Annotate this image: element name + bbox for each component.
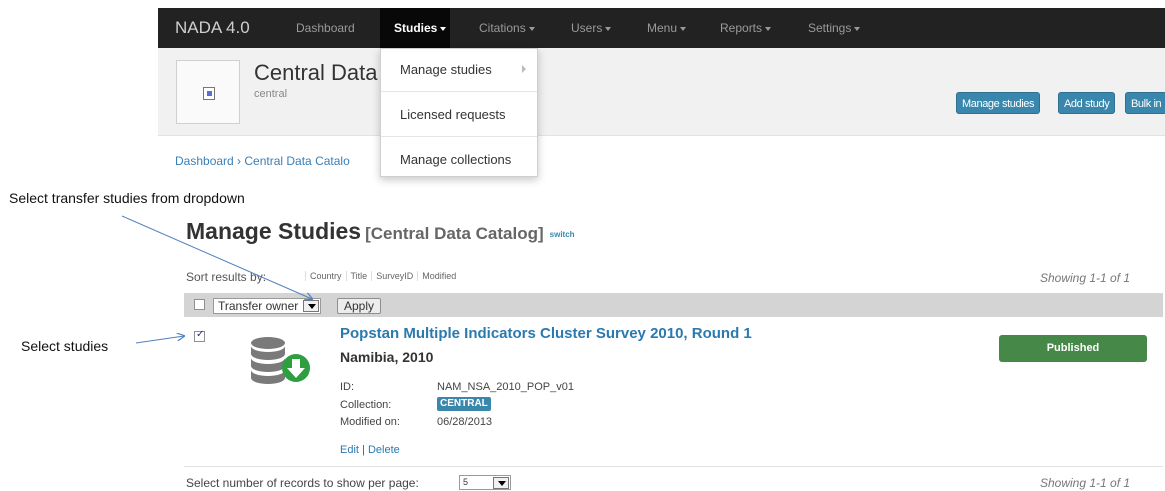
- collection-label: Collection:: [340, 399, 392, 411]
- edit-link[interactable]: Edit: [340, 444, 359, 456]
- menu-divider: [381, 136, 537, 137]
- nav-users[interactable]: Users: [571, 21, 612, 35]
- catalog-title: Central Data: [254, 60, 378, 85]
- caret-down-icon: [854, 26, 861, 31]
- page-title: Manage Studies [Central Data Catalog] swit…: [186, 218, 575, 245]
- nav-studies[interactable]: Studies: [394, 21, 447, 35]
- nav-dashboard[interactable]: Dashboard: [296, 21, 355, 35]
- annotation-select-studies: Select studies: [21, 338, 109, 354]
- menu-item-licensed-requests[interactable]: Licensed requests: [400, 107, 506, 122]
- row-divider: [184, 466, 1163, 467]
- nav-settings[interactable]: Settings: [808, 21, 861, 35]
- caret-down-icon: [605, 26, 612, 31]
- study-country-year: Namibia, 2010: [340, 349, 434, 365]
- caret-down-icon: [528, 26, 535, 31]
- dropdown-arrow-icon[interactable]: [493, 477, 509, 489]
- sort-surveyid[interactable]: SurveyID: [371, 271, 417, 281]
- menu-item-manage-collections[interactable]: Manage collections: [400, 152, 511, 167]
- study-checkbox[interactable]: [194, 329, 205, 342]
- status-badge[interactable]: Published: [999, 335, 1147, 362]
- delete-link[interactable]: Delete: [368, 444, 400, 456]
- nav-menu[interactable]: Menu: [647, 21, 687, 35]
- bulk-action-bar: Transfer owner Apply: [184, 293, 1163, 317]
- per-page-label: Select number of records to show per pag…: [186, 476, 419, 490]
- study-actions: Edit | Delete: [340, 444, 400, 456]
- brand-logo[interactable]: NADA 4.0: [175, 18, 250, 38]
- database-download-icon: [251, 337, 310, 384]
- caret-down-icon: [765, 26, 772, 31]
- switch-link[interactable]: switch: [550, 230, 575, 239]
- nav-citations[interactable]: Citations: [479, 21, 535, 35]
- collection-badge: CENTRAL: [437, 397, 491, 411]
- manage-studies-button[interactable]: Manage studies: [956, 92, 1041, 114]
- image-placeholder-icon: [203, 87, 215, 100]
- per-page-select[interactable]: 5: [459, 475, 511, 490]
- sort-modified[interactable]: Modified: [417, 271, 460, 281]
- sort-label: Sort results by:: [186, 270, 267, 284]
- annotation-transfer: Select transfer studies from dropdown: [9, 190, 245, 206]
- per-page-value: 5: [463, 477, 469, 487]
- id-value: NAM_NSA_2010_POP_v01: [437, 381, 574, 393]
- catalog-subtitle: central: [254, 88, 288, 100]
- sort-country[interactable]: Country: [305, 271, 346, 281]
- apply-button[interactable]: Apply: [337, 298, 382, 314]
- studies-dropdown-menu: Manage studies Licensed requests Manage …: [380, 48, 538, 177]
- catalog-thumbnail: [176, 60, 240, 124]
- bulk-action-select[interactable]: Transfer owner: [213, 298, 322, 314]
- caret-down-icon: [440, 26, 447, 31]
- catalog-header: Central Data central Manage studies Add …: [158, 48, 1165, 136]
- arrow-to-checkbox: [135, 336, 184, 344]
- bulk-import-button[interactable]: Bulk in: [1125, 92, 1165, 114]
- sort-options: Country Title SurveyID Modified: [305, 271, 460, 281]
- page-title-text: Manage Studies: [186, 218, 362, 244]
- select-all-checkbox[interactable]: [194, 299, 205, 310]
- breadcrumb[interactable]: Dashboard › Central Data Catalo: [175, 154, 350, 168]
- sort-title[interactable]: Title: [345, 271, 372, 281]
- study-title-link[interactable]: Popstan Multiple Indicators Cluster Surv…: [340, 325, 752, 342]
- menu-divider: [381, 91, 537, 92]
- page-title-catalog: [Central Data Catalog]: [365, 224, 544, 243]
- add-study-button[interactable]: Add study: [1058, 92, 1116, 114]
- modified-value: 06/28/2013: [437, 416, 493, 428]
- caret-down-icon: [680, 26, 687, 31]
- bulk-action-selected: Transfer owner: [218, 299, 299, 313]
- results-count: Showing 1-1 of 1: [1040, 271, 1131, 285]
- chevron-right-icon: [522, 65, 526, 73]
- top-navbar: NADA 4.0 Dashboard Studies Citations Use…: [158, 8, 1165, 48]
- modified-label: Modified on:: [340, 416, 400, 428]
- results-count-footer: Showing 1-1 of 1: [1040, 476, 1131, 490]
- id-label: ID:: [340, 381, 355, 393]
- nav-reports[interactable]: Reports: [720, 21, 772, 35]
- dropdown-arrow-icon[interactable]: [303, 300, 320, 312]
- menu-item-manage-studies[interactable]: Manage studies: [400, 62, 492, 77]
